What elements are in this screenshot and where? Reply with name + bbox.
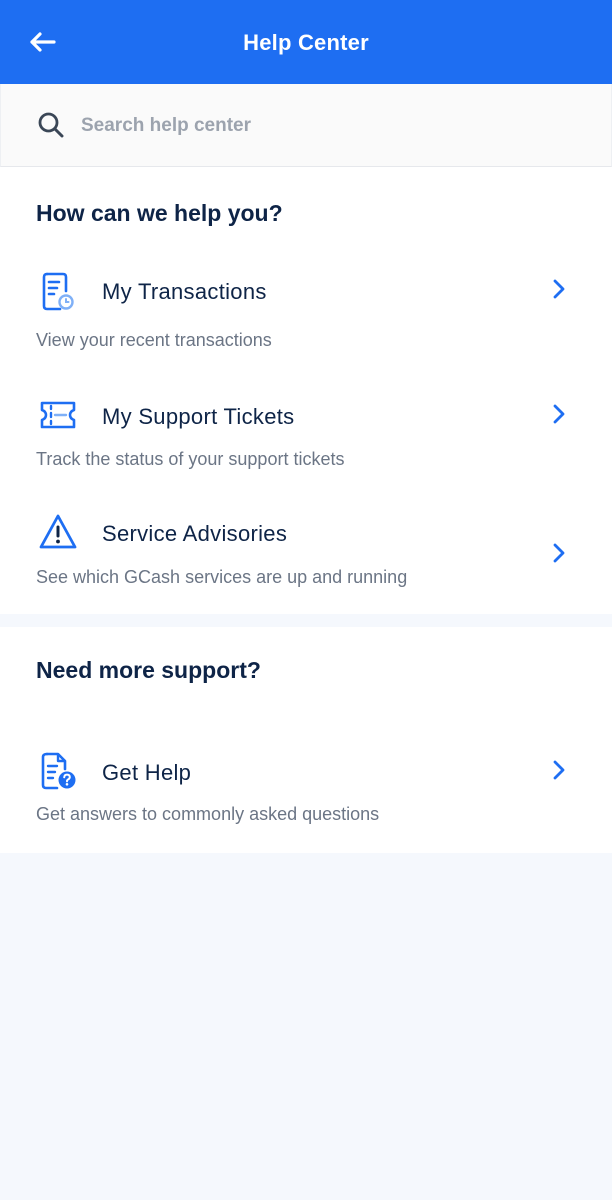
item-subtitle: Get answers to commonly asked questions	[36, 804, 380, 824]
support-section: Need more support? Get Help Get answers …	[0, 627, 612, 853]
chevron-right-icon	[553, 279, 565, 299]
item-subtitle: See which GCash services are up and runn…	[36, 567, 408, 587]
menu-item-service-advisories[interactable]: Service Advisories See which GCash servi…	[0, 506, 612, 596]
transactions-receipt-icon	[42, 272, 74, 311]
chevron-right-icon	[553, 760, 565, 780]
section-heading-support: Need more support?	[36, 657, 261, 683]
item-title: Service Advisories	[102, 521, 288, 546]
item-subtitle: View your recent transactions	[36, 330, 272, 350]
section-heading-help: How can we help you?	[36, 200, 283, 226]
item-title: My Transactions	[102, 279, 267, 304]
page-title: Help Center	[243, 30, 369, 55]
app-bar: Help Center	[0, 0, 612, 84]
item-title: Get Help	[102, 760, 192, 785]
search-bar[interactable]	[0, 84, 612, 167]
chevron-right-icon	[553, 404, 565, 424]
help-document-icon	[41, 752, 76, 790]
item-title: My Support Tickets	[102, 404, 295, 429]
menu-item-get-help[interactable]: Get Help Get answers to commonly asked q…	[0, 747, 612, 837]
ticket-icon	[40, 401, 76, 429]
warning-icon	[39, 514, 77, 549]
menu-item-my-support-tickets[interactable]: My Support Tickets Track the status of y…	[0, 389, 612, 479]
menu-item-my-transactions[interactable]: My Transactions View your recent transac…	[0, 263, 612, 358]
search-input[interactable]	[81, 110, 561, 142]
item-subtitle: Track the status of your support tickets	[36, 449, 345, 469]
search-icon	[38, 112, 64, 138]
chevron-right-icon	[553, 543, 565, 563]
help-section: How can we help you? My Transactions Vie…	[0, 167, 612, 614]
